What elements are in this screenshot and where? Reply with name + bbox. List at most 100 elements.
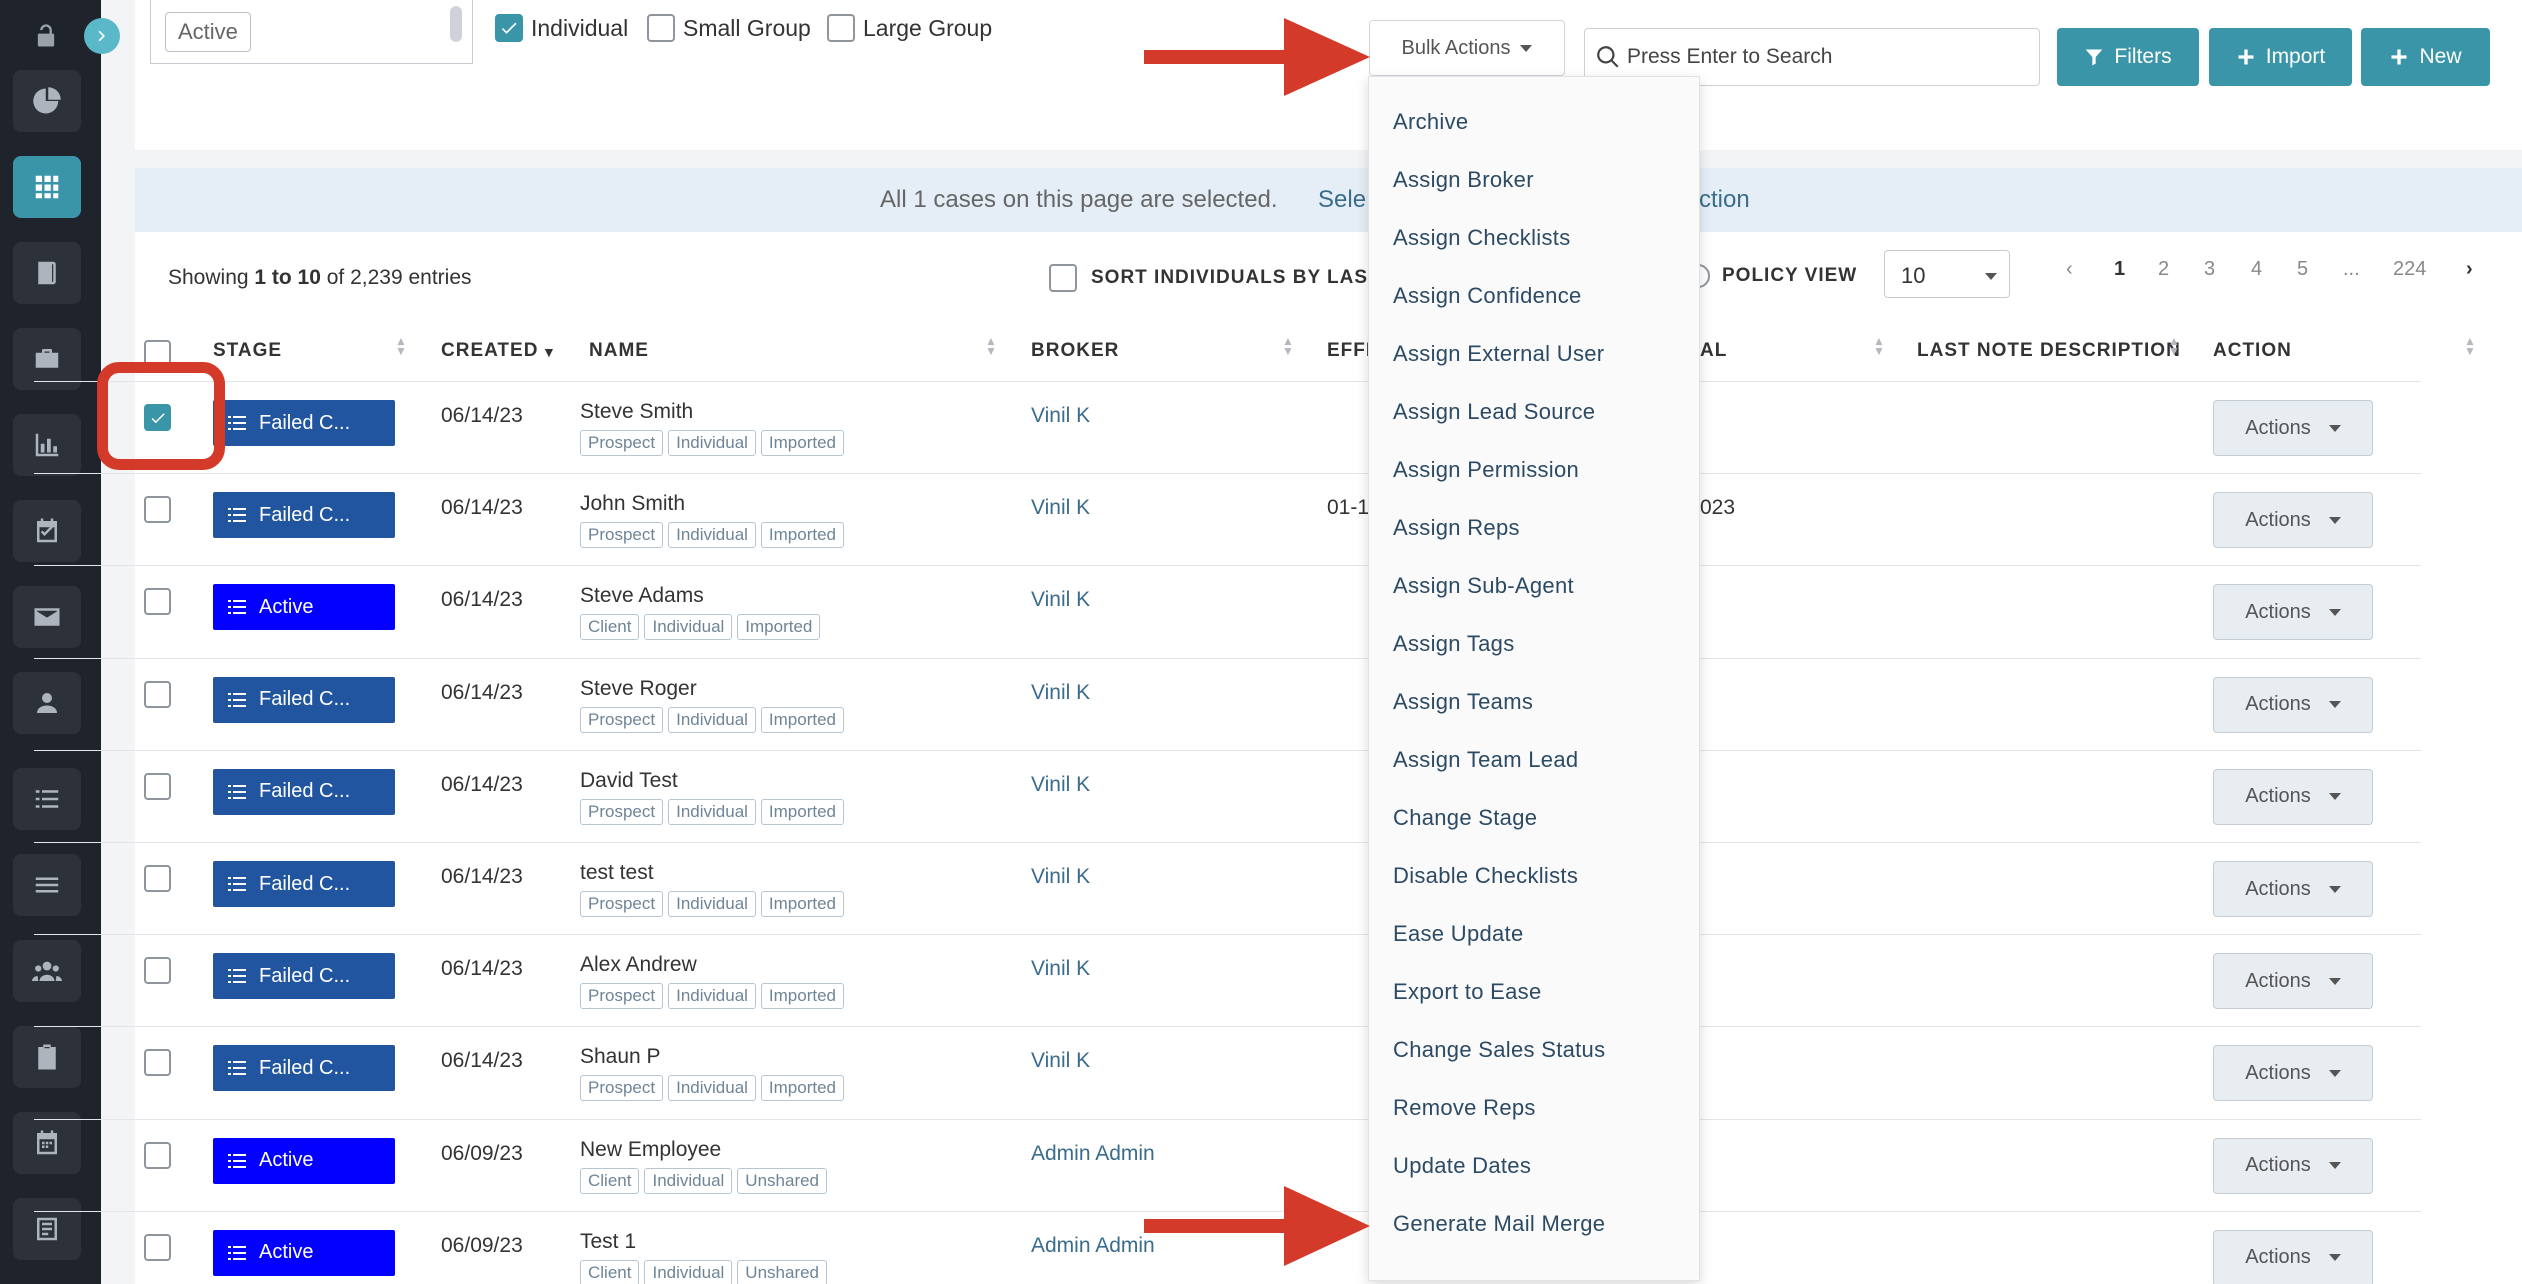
stage-badge[interactable]: Failed C... — [213, 492, 395, 539]
bulk-menu-item-export-to-ease[interactable]: Export to Ease — [1393, 979, 1542, 1005]
bulk-menu-item-change-stage[interactable]: Change Stage — [1393, 805, 1537, 831]
large-group-filter-checkbox[interactable]: Large Group — [827, 14, 992, 42]
policy-view-toggle[interactable]: POLICY VIEW — [1686, 264, 1857, 288]
bulk-menu-item-assign-sub-agent[interactable]: Assign Sub-Agent — [1393, 573, 1574, 599]
row-actions-button[interactable]: Actions — [2213, 768, 2373, 825]
stage-badge[interactable]: Failed C... — [213, 1045, 395, 1092]
bulk-menu-item-archive[interactable]: Archive — [1393, 109, 1468, 135]
case-name-link[interactable]: John Smith — [580, 492, 685, 516]
sort-icon[interactable]: ▲ ▼ — [395, 335, 407, 357]
bulk-menu-item-ease-update[interactable]: Ease Update — [1393, 921, 1524, 947]
bulk-menu-item-assign-tags[interactable]: Assign Tags — [1393, 631, 1515, 657]
pagination-page-5[interactable]: 5 — [2297, 258, 2308, 281]
pagination-page-1[interactable]: 1 — [2114, 258, 2125, 281]
row-checkbox[interactable] — [144, 680, 171, 708]
broker-link[interactable]: Vinil K — [1031, 681, 1090, 705]
bulk-menu-item-assign-broker[interactable]: Assign Broker — [1393, 167, 1534, 193]
row-actions-button[interactable]: Actions — [2213, 861, 2373, 917]
broker-link[interactable]: Vinil K — [1031, 773, 1090, 797]
bulk-menu-item-disable-checklists[interactable]: Disable Checklists — [1393, 863, 1578, 889]
bulk-menu-item-assign-teams[interactable]: Assign Teams — [1393, 689, 1533, 715]
sort-individuals-checkbox[interactable]: SORT INDIVIDUALS BY LAST — [1049, 264, 1381, 292]
stage-badge[interactable]: Active — [213, 1229, 395, 1276]
individual-filter-checkbox[interactable]: Individual — [495, 14, 628, 42]
case-name-link[interactable]: Steve Roger — [580, 677, 697, 701]
broker-link[interactable]: Admin Admin — [1031, 1142, 1155, 1166]
row-checkbox[interactable] — [144, 496, 171, 524]
checkbox-icon[interactable] — [1049, 264, 1077, 292]
bar-chart-icon[interactable] — [13, 414, 81, 476]
bulk-menu-item-assign-confidence[interactable]: Assign Confidence — [1393, 283, 1582, 309]
row-actions-button[interactable]: Actions — [2213, 953, 2373, 1010]
case-name-link[interactable]: Steve Adams — [580, 584, 704, 608]
broker-link[interactable]: Vinil K — [1031, 865, 1090, 889]
case-name-link[interactable]: test test — [580, 861, 654, 885]
broker-link[interactable]: Vinil K — [1031, 404, 1090, 428]
checkbox-icon[interactable] — [827, 14, 855, 42]
document-icon[interactable] — [13, 1198, 81, 1260]
sort-icon[interactable]: ▲ ▼ — [985, 335, 997, 357]
row-actions-button[interactable]: Actions — [2213, 400, 2373, 456]
expand-sidebar-icon[interactable] — [84, 18, 120, 54]
broker-link[interactable]: Vinil K — [1031, 588, 1090, 612]
filters-button[interactable]: Filters — [2057, 28, 2199, 86]
book-icon[interactable] — [13, 242, 81, 304]
small-group-filter-checkbox[interactable]: Small Group — [647, 14, 811, 42]
user-icon[interactable] — [13, 672, 81, 734]
pagination-page-4[interactable]: 4 — [2251, 258, 2262, 281]
cases-grid-icon[interactable] — [13, 156, 81, 218]
checkbox-icon[interactable] — [647, 14, 675, 42]
column-header-created[interactable]: CREATED — [441, 340, 538, 362]
stage-badge[interactable]: Failed C... — [213, 676, 395, 723]
sort-icon[interactable]: ▲ ▼ — [2464, 335, 2476, 357]
column-header-last-note[interactable]: LAST NOTE DESCRIPTION — [1917, 340, 2181, 362]
broker-link[interactable]: Admin Admin — [1031, 1234, 1155, 1258]
calendar-check-icon[interactable] — [13, 500, 81, 562]
row-checkbox[interactable] — [144, 1049, 171, 1077]
search-input[interactable] — [1627, 45, 2027, 69]
stage-badge[interactable]: Failed C... — [213, 400, 395, 446]
row-checkbox[interactable] — [144, 957, 171, 985]
row-checkbox[interactable] — [144, 1141, 171, 1169]
broker-link[interactable]: Vinil K — [1031, 496, 1090, 520]
stage-badge[interactable]: Active — [213, 584, 395, 631]
mail-icon[interactable] — [13, 586, 81, 648]
bulk-menu-item-change-sales-status[interactable]: Change Sales Status — [1393, 1037, 1605, 1063]
pagination-page-2[interactable]: 2 — [2158, 258, 2169, 281]
sort-icon[interactable]: ▲ ▼ — [1282, 335, 1294, 357]
bulk-menu-item-assign-reps[interactable]: Assign Reps — [1393, 515, 1520, 541]
row-checkbox[interactable] — [144, 865, 171, 892]
broker-link[interactable]: Vinil K — [1031, 957, 1090, 981]
stage-badge[interactable]: Active — [213, 1137, 395, 1184]
unlock-icon[interactable] — [28, 18, 64, 54]
stage-filter-chip[interactable]: Active — [165, 12, 251, 52]
column-header-broker[interactable]: BROKER — [1031, 340, 1119, 362]
bulk-menu-item-assign-lead-source[interactable]: Assign Lead Source — [1393, 399, 1595, 425]
row-actions-button[interactable]: Actions — [2213, 1229, 2373, 1284]
row-actions-button[interactable]: Actions — [2213, 492, 2373, 549]
row-checkbox[interactable] — [144, 1233, 171, 1261]
dashboard-pie-icon[interactable] — [13, 70, 81, 132]
stage-filter-box[interactable]: Active — [150, 0, 473, 64]
stage-badge[interactable]: Failed C... — [213, 768, 395, 815]
row-actions-button[interactable]: Actions — [2213, 676, 2373, 733]
pagination-next[interactable]: › — [2466, 258, 2473, 281]
pagination-page-last[interactable]: 224 — [2393, 258, 2426, 281]
broker-link[interactable]: Vinil K — [1031, 1049, 1090, 1073]
sort-desc-icon[interactable]: ▼ — [542, 344, 557, 360]
stage-badge[interactable]: Failed C... — [213, 861, 395, 907]
column-header-name[interactable]: NAME — [589, 340, 649, 362]
bulk-menu-item-assign-permission[interactable]: Assign Permission — [1393, 457, 1579, 483]
stage-badge[interactable]: Failed C... — [213, 953, 395, 1000]
page-size-select[interactable]: 10 — [1884, 250, 2010, 298]
banner-link-end[interactable]: ction — [1699, 186, 1750, 214]
case-name-link[interactable]: David Test — [580, 769, 678, 793]
list-icon[interactable] — [13, 768, 81, 830]
clipboard-icon[interactable] — [13, 1026, 81, 1088]
import-button[interactable]: Import — [2209, 28, 2352, 86]
sort-icon[interactable]: ▲ ▼ — [1873, 335, 1885, 357]
checkbox-checked-icon[interactable] — [495, 14, 523, 42]
pagination-prev[interactable]: ‹ — [2066, 258, 2073, 281]
row-checkbox[interactable] — [144, 772, 171, 800]
bulk-actions-button[interactable]: Bulk Actions — [1369, 20, 1565, 76]
